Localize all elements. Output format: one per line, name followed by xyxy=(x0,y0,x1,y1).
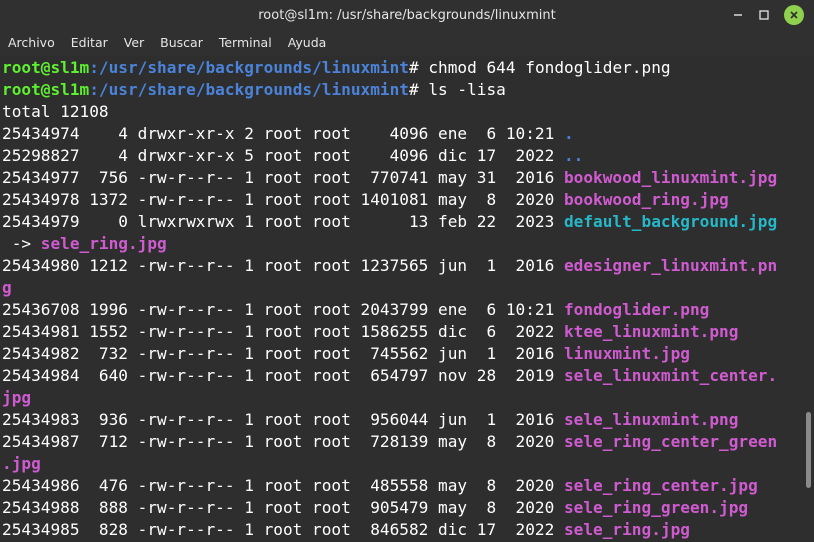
link-target: sele_ring.jpg xyxy=(40,234,167,253)
file-meta: 25434983 936 -rw-r--r-- 1 root root 9560… xyxy=(2,410,564,429)
menu-editar[interactable]: Editar xyxy=(63,30,116,56)
title-bar[interactable]: root@sl1m: /usr/share/backgrounds/linuxm… xyxy=(0,0,814,30)
prompt-path: :/usr/share/backgrounds/linuxmint xyxy=(89,58,409,77)
listing-row: 25298827 4 drwxr-xr-x 5 root root 4096 d… xyxy=(2,145,814,167)
listing-row-wrap: .jpg xyxy=(2,453,814,475)
file-meta: 25434980 1212 -rw-r--r-- 1 root root 123… xyxy=(2,256,564,275)
command-text: chmod 644 fondoglider.png xyxy=(418,58,671,77)
file-meta: 25434988 888 -rw-r--r-- 1 root root 9054… xyxy=(2,498,564,517)
file-name: sele_ring.jpg xyxy=(563,520,690,539)
listing-row: 25434984 640 -rw-r--r-- 1 root root 6547… xyxy=(2,365,814,387)
listing-row: 25434982 732 -rw-r--r-- 1 root root 7455… xyxy=(2,343,814,365)
menu-ver[interactable]: Ver xyxy=(116,30,152,56)
command-text: ls -lisa xyxy=(418,80,506,99)
listing-row: 25434980 1212 -rw-r--r-- 1 root root 123… xyxy=(2,255,814,277)
prompt-user: root@sl1m xyxy=(2,58,90,77)
file-name-wrap: g xyxy=(2,278,12,297)
file-name: sele_linuxmint.png xyxy=(563,410,739,429)
file-name: default_background.jpg xyxy=(563,212,778,231)
file-meta: 25434979 0 lrwxrwxrwx 1 root root 13 feb… xyxy=(2,212,564,231)
menu-bar: Archivo Editar Ver Buscar Terminal Ayuda xyxy=(0,30,814,56)
prompt-line: root@sl1m:/usr/share/backgrounds/linuxmi… xyxy=(2,57,814,79)
file-meta: 25436708 1996 -rw-r--r-- 1 root root 204… xyxy=(2,300,564,319)
prompt-symbol: # xyxy=(408,58,419,77)
listing-row: 25434986 476 -rw-r--r-- 1 root root 4855… xyxy=(2,475,814,497)
listing-row: 25434978 1372 -rw-r--r-- 1 root root 140… xyxy=(2,189,814,211)
total-line: total 12108 xyxy=(2,102,109,121)
file-meta: 25298827 4 drwxr-xr-x 5 root root 4096 d… xyxy=(2,146,564,165)
listing-row: 25434977 756 -rw-r--r-- 1 root root 7707… xyxy=(2,167,814,189)
listing-row-wrap: g xyxy=(2,277,814,299)
file-name-wrap: .jpg xyxy=(2,454,41,473)
scrollbar[interactable] xyxy=(804,56,814,542)
terminal-output[interactable]: root@sl1m:/usr/share/backgrounds/linuxmi… xyxy=(0,56,814,542)
file-meta: 25434985 828 -rw-r--r-- 1 root root 8465… xyxy=(2,520,564,539)
file-meta: 25434987 712 -rw-r--r-- 1 root root 7281… xyxy=(2,432,564,451)
menu-buscar[interactable]: Buscar xyxy=(152,30,211,56)
file-meta: 25434974 4 drwxr-xr-x 2 root root 4096 e… xyxy=(2,124,564,143)
file-meta: 25434977 756 -rw-r--r-- 1 root root 7707… xyxy=(2,168,564,187)
maximize-icon xyxy=(759,10,769,20)
menu-terminal[interactable]: Terminal xyxy=(211,30,280,56)
file-name: sele_linuxmint_center. xyxy=(563,366,778,385)
window-title: root@sl1m: /usr/share/backgrounds/linuxm… xyxy=(258,7,556,23)
listing-row: 25434981 1552 -rw-r--r-- 1 root root 158… xyxy=(2,321,814,343)
file-meta: 25434984 640 -rw-r--r-- 1 root root 6547… xyxy=(2,366,564,385)
prompt-path: :/usr/share/backgrounds/linuxmint xyxy=(89,80,409,99)
file-name: linuxmint.jpg xyxy=(563,344,690,363)
menu-ayuda[interactable]: Ayuda xyxy=(280,30,335,56)
listing-row: 25434985 828 -rw-r--r-- 1 root root 8465… xyxy=(2,519,814,541)
close-button[interactable] xyxy=(782,3,806,27)
prompt-symbol: # xyxy=(408,80,419,99)
file-name: . xyxy=(563,124,574,143)
file-name-wrap: jpg xyxy=(2,388,32,407)
file-meta: 25434982 732 -rw-r--r-- 1 root root 7455… xyxy=(2,344,564,363)
listing-row: 25434983 936 -rw-r--r-- 1 root root 9560… xyxy=(2,409,814,431)
maximize-button[interactable] xyxy=(752,3,776,27)
file-name: bookwood_linuxmint.jpg xyxy=(563,168,778,187)
link-arrow: -> xyxy=(2,234,41,253)
menu-archivo[interactable]: Archivo xyxy=(0,30,63,56)
listing-row-wrap: jpg xyxy=(2,387,814,409)
listing-row: 25436708 1996 -rw-r--r-- 1 root root 204… xyxy=(2,299,814,321)
close-icon xyxy=(784,5,804,25)
listing-row: 25434974 4 drwxr-xr-x 2 root root 4096 e… xyxy=(2,123,814,145)
file-name: edesigner_linuxmint.pn xyxy=(563,256,778,275)
listing-row-wrap: -> sele_ring.jpg xyxy=(2,233,814,255)
file-meta: 25434986 476 -rw-r--r-- 1 root root 4855… xyxy=(2,476,564,495)
listing-row: 25434987 712 -rw-r--r-- 1 root root 7281… xyxy=(2,431,814,453)
prompt-line: root@sl1m:/usr/share/backgrounds/linuxmi… xyxy=(2,79,814,101)
minimize-icon xyxy=(734,14,742,16)
file-name: sele_ring_center_green xyxy=(563,432,778,451)
file-name: .. xyxy=(563,146,584,165)
file-name: sele_ring_green.jpg xyxy=(563,498,749,517)
listing-row: 25434988 888 -rw-r--r-- 1 root root 9054… xyxy=(2,497,814,519)
file-name: ktee_linuxmint.png xyxy=(563,322,739,341)
prompt-user: root@sl1m xyxy=(2,80,90,99)
file-name: fondoglider.png xyxy=(563,300,710,319)
file-name: bookwood_ring.jpg xyxy=(563,190,729,209)
minimize-button[interactable] xyxy=(726,3,750,27)
listing-row: 25434979 0 lrwxrwxrwx 1 root root 13 feb… xyxy=(2,211,814,233)
file-meta: 25434978 1372 -rw-r--r-- 1 root root 140… xyxy=(2,190,564,209)
scrollbar-thumb[interactable] xyxy=(806,412,811,488)
file-name: sele_ring_center.jpg xyxy=(563,476,758,495)
file-meta: 25434981 1552 -rw-r--r-- 1 root root 158… xyxy=(2,322,564,341)
